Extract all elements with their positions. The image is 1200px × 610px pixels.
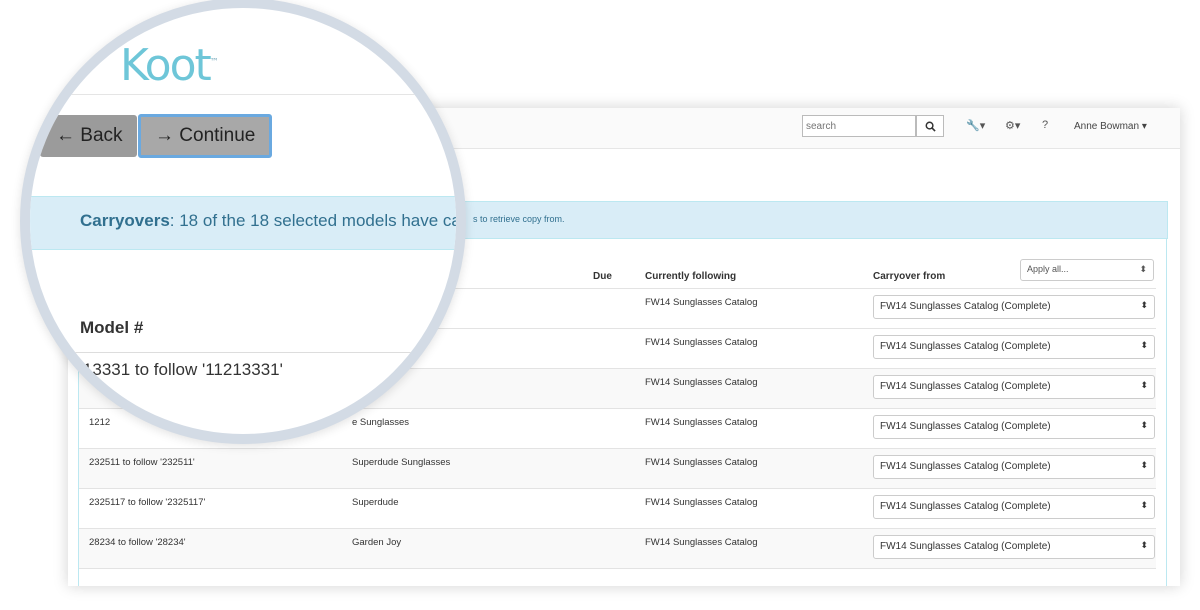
carryover-select[interactable]: FW14 Sunglasses Catalog (Complete) ⬍: [873, 495, 1155, 519]
select-caret-icon: ⬍: [1140, 420, 1148, 430]
help-icon[interactable]: ?: [1042, 119, 1048, 131]
model-cell: 232511 to follow '232511': [89, 457, 195, 468]
carryover-select[interactable]: FW14 Sunglasses Catalog (Complete) ⬍: [873, 295, 1155, 319]
carryover-select[interactable]: FW14 Sunglasses Catalog (Complete) ⬍: [873, 455, 1155, 479]
select-caret-icon: ⬍: [1140, 540, 1148, 550]
following-cell: FW14 Sunglasses Catalog: [645, 457, 758, 468]
table-row: 232511 to follow '232511' Superdude Sung…: [79, 448, 1156, 488]
model-cell-magnified: 1213331 to follow '11213331': [64, 360, 283, 379]
select-caret-icon: ⬍: [1140, 500, 1148, 510]
following-cell: FW14 Sunglasses Catalog: [645, 297, 758, 308]
carryover-banner-magnified: Carryovers: 18 of the 18 selected models…: [30, 196, 466, 250]
carryover-select[interactable]: FW14 Sunglasses Catalog (Complete) ⬍: [873, 415, 1155, 439]
table-row: 28234 to follow '28234' Garden Joy FW14 …: [79, 528, 1156, 568]
magnifier-lens: Koot™ ← Back → Continue Carryovers: 18 o…: [20, 0, 466, 444]
following-cell: FW14 Sunglasses Catalog: [645, 417, 758, 428]
name-cell: Superdude: [352, 497, 399, 508]
search-icon: [925, 121, 936, 132]
model-header: Model #: [80, 318, 144, 337]
wrench-icon[interactable]: 🔧▾: [966, 119, 985, 132]
app-logo: Koot™: [120, 40, 219, 91]
search-button[interactable]: [916, 115, 944, 137]
select-caret-icon: ⬍: [1140, 460, 1148, 470]
carryover-select[interactable]: FW14 Sunglasses Catalog (Complete) ⬍: [873, 375, 1155, 399]
due-header: Due: [593, 271, 612, 282]
select-caret-icon: ⬍: [1140, 340, 1148, 350]
following-header: Currently following: [645, 271, 737, 282]
header-divider: [30, 94, 456, 95]
following-cell: FW14 Sunglasses Catalog: [645, 537, 758, 548]
continue-button[interactable]: → Continue: [138, 114, 272, 158]
name-cell: Superdude Sunglasses: [352, 457, 451, 468]
apply-all-select[interactable]: Apply all... ⬍: [1020, 259, 1154, 281]
search-input[interactable]: [802, 115, 916, 137]
name-cell: Garden Joy: [352, 537, 402, 548]
model-cell: 2325117 to follow '2325117': [89, 497, 206, 508]
carryover-select[interactable]: FW14 Sunglasses Catalog (Complete) ⬍: [873, 535, 1155, 559]
banner-text: s to retrieve copy from.: [473, 214, 565, 224]
following-cell: FW14 Sunglasses Catalog: [645, 377, 758, 388]
select-caret-icon: ⬍: [1140, 380, 1148, 390]
table-divider: [60, 352, 456, 353]
magnified-view: Koot™ ← Back → Continue Carryovers: 18 o…: [30, 8, 466, 434]
following-cell: FW14 Sunglasses Catalog: [645, 497, 758, 508]
user-menu[interactable]: Anne Bowman ▾: [1074, 121, 1147, 132]
table-row-partial: [79, 568, 1156, 586]
model-cell: 28234 to follow '28234': [89, 537, 186, 548]
banner-text-magnified: Carryovers: 18 of the 18 selected models…: [80, 211, 466, 230]
back-button[interactable]: ← Back: [40, 115, 137, 157]
carryover-select[interactable]: FW14 Sunglasses Catalog (Complete) ⬍: [873, 335, 1155, 359]
carryover-header: Carryover from: [873, 271, 946, 282]
select-caret-icon: ⬍: [1139, 264, 1147, 274]
select-caret-icon: ⬍: [1140, 300, 1148, 310]
table-row: 2325117 to follow '2325117' Superdude FW…: [79, 488, 1156, 528]
gear-icon[interactable]: ⚙▾: [1005, 119, 1020, 132]
following-cell: FW14 Sunglasses Catalog: [645, 337, 758, 348]
